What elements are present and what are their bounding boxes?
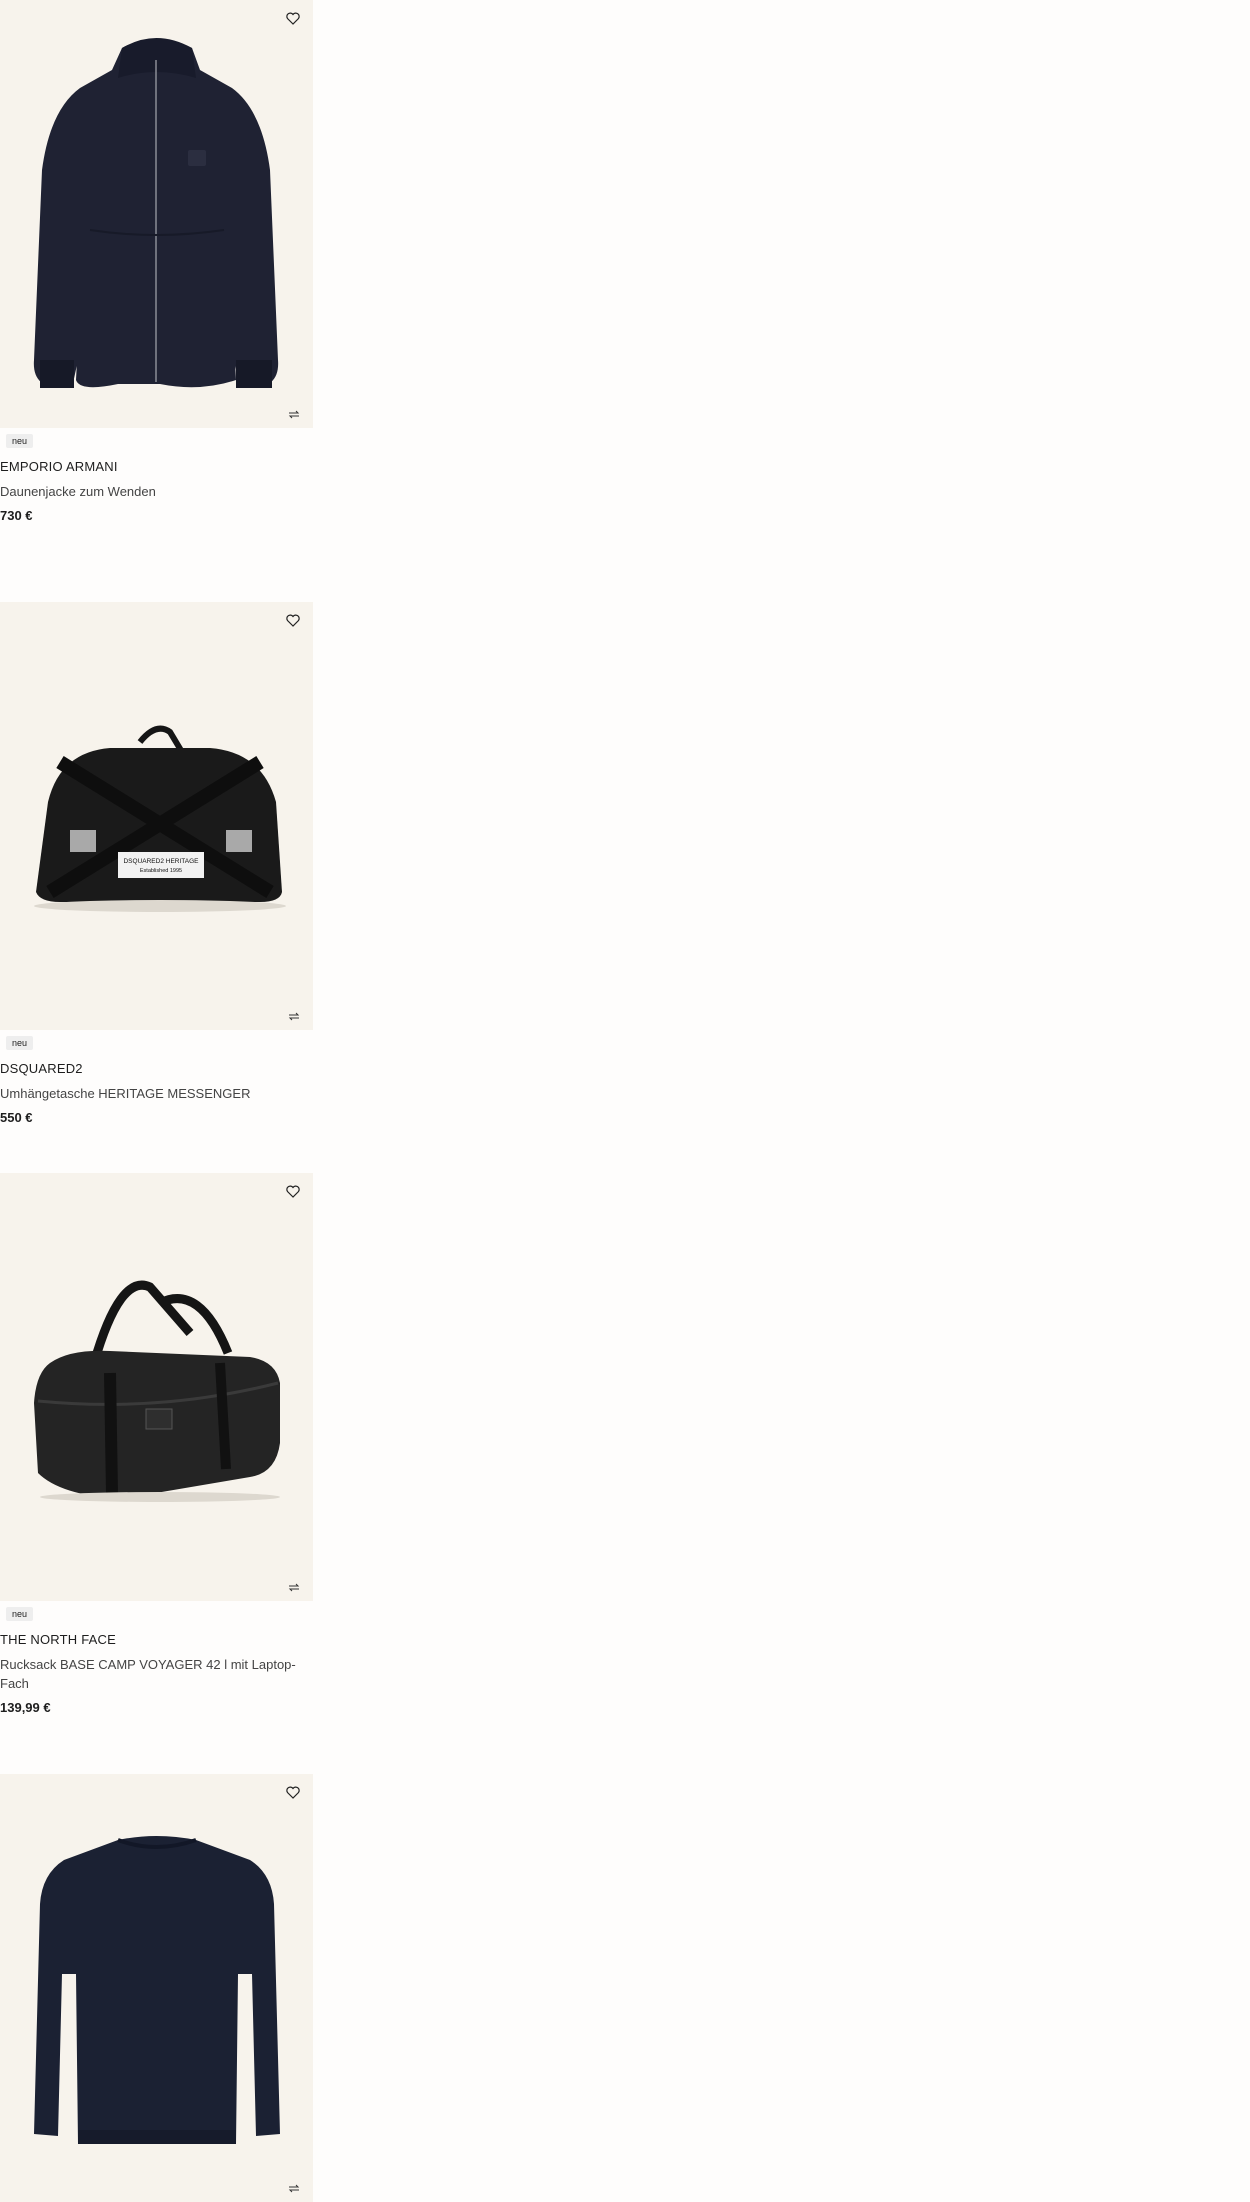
swap-icon[interactable] (286, 408, 302, 420)
new-badge: neu (6, 1607, 34, 1621)
product-title[interactable]: Daunenjacke zum Wenden (0, 482, 313, 501)
puffer-jacket-image (33, 38, 279, 388)
heart-icon[interactable] (283, 610, 303, 630)
product-card[interactable]: DSQUARED2 HERITAGE Established 1995 neu … (0, 602, 313, 1125)
messenger-bag-image: DSQUARED2 HERITAGE Established 1995 (34, 725, 286, 912)
product-image[interactable] (0, 0, 313, 428)
product-brand[interactable]: DSQUARED2 (0, 1061, 313, 1076)
product-brand[interactable]: THE NORTH FACE (0, 1632, 313, 1647)
product-price: 139,99 € (0, 1700, 51, 1715)
new-badge: neu (6, 434, 34, 448)
bag-label-line1: DSQUARED2 HERITAGE (123, 858, 199, 865)
product-card[interactable]: neu EMPORIO ARMANI Daunenjacke zum Wende… (0, 0, 313, 523)
product-image[interactable] (0, 1173, 313, 1601)
product-price: 730 € (0, 508, 33, 523)
navy-sweater-image (34, 1836, 280, 2144)
heart-icon[interactable] (283, 8, 303, 28)
heart-icon[interactable] (283, 1181, 303, 1201)
swap-icon[interactable] (286, 1010, 302, 1022)
product-brand[interactable]: EMPORIO ARMANI (0, 459, 313, 474)
product-image[interactable]: DSQUARED2 HERITAGE Established 1995 (0, 602, 313, 1030)
product-image[interactable] (0, 1774, 313, 2202)
swap-icon[interactable] (286, 1581, 302, 1593)
swap-icon[interactable] (286, 2182, 302, 2194)
heart-icon[interactable] (283, 1782, 303, 1802)
product-title[interactable]: Rucksack BASE CAMP VOYAGER 42 l mit Lapt… (0, 1655, 300, 1693)
product-card[interactable] (0, 1774, 313, 2202)
product-price: 550 € (0, 1110, 33, 1125)
duffel-bag-image (34, 1280, 280, 1502)
new-badge: neu (6, 1036, 34, 1050)
product-title[interactable]: Umhängetasche HERITAGE MESSENGER (0, 1084, 313, 1103)
bag-label-line2: Established 1995 (140, 868, 182, 874)
product-card[interactable]: neu THE NORTH FACE Rucksack BASE CAMP VO… (0, 1173, 313, 1715)
